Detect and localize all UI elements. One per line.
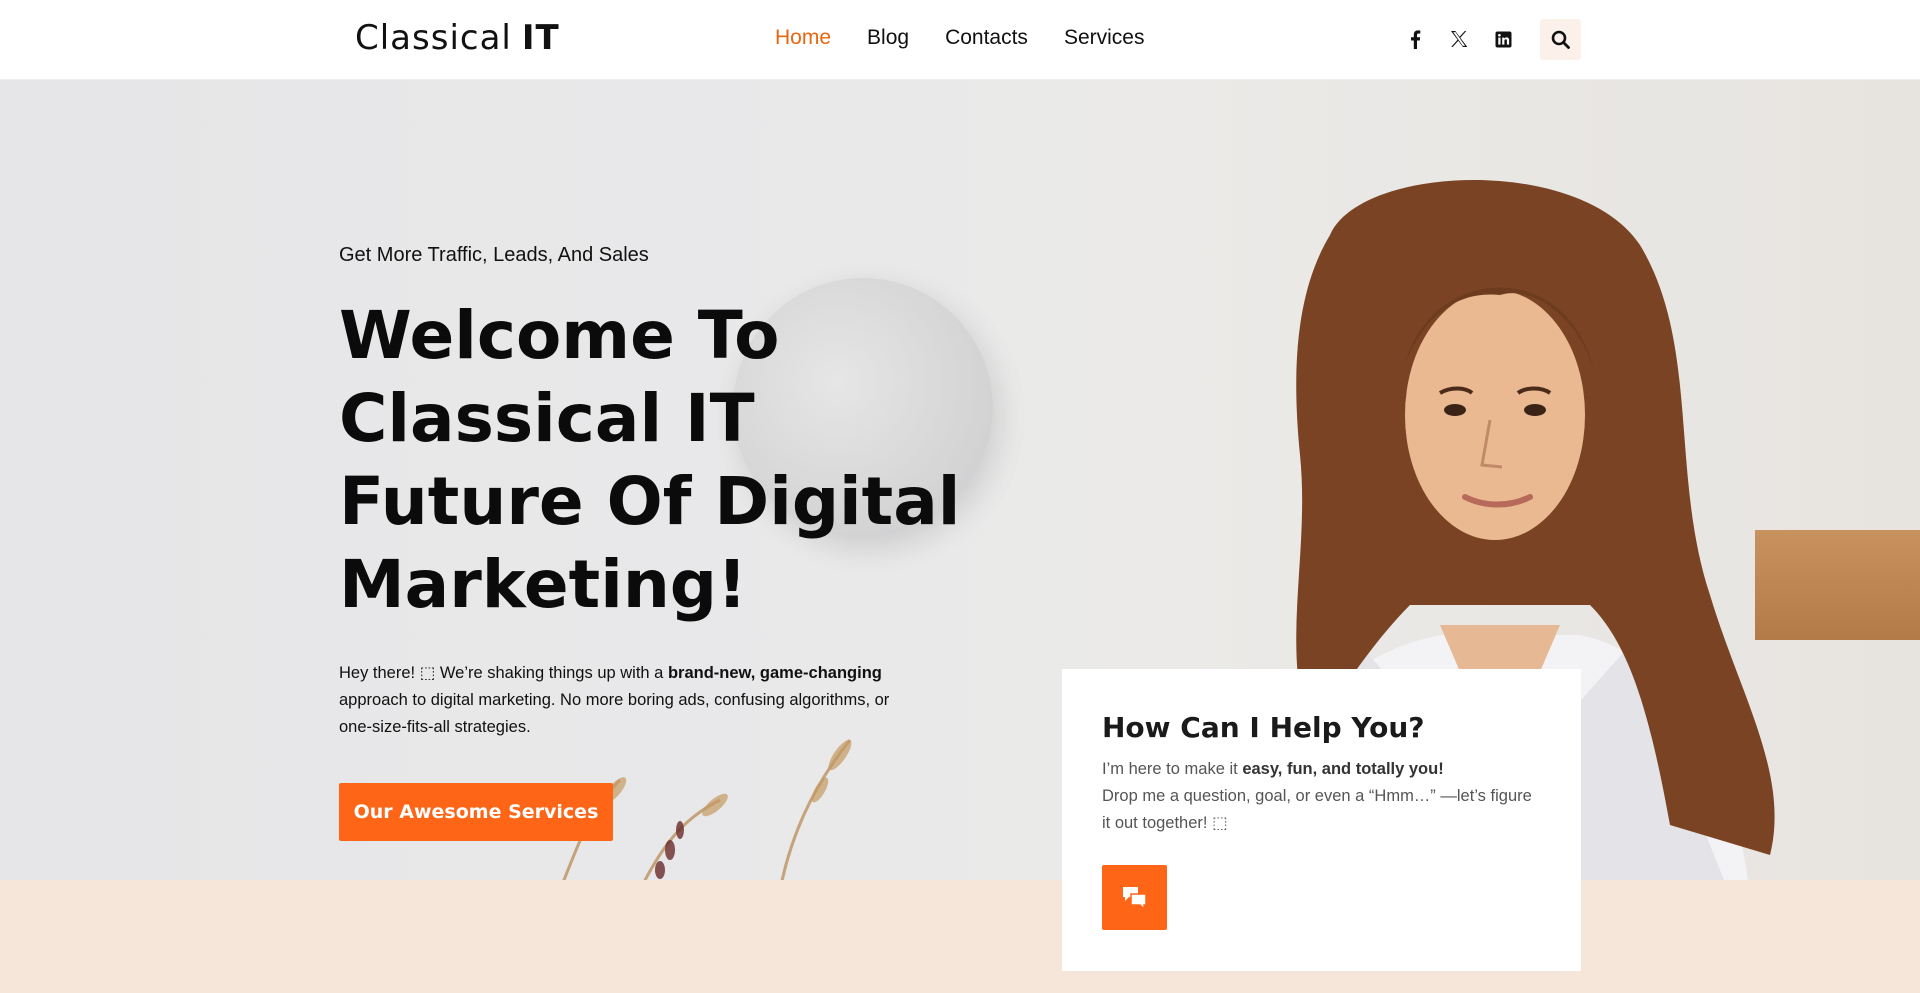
our-services-button[interactable]: Our Awesome Services <box>339 783 613 841</box>
social-links <box>1404 26 1514 52</box>
site-header: Classical IT Home Blog Contacts Services <box>0 0 1920 80</box>
hero-headline: Welcome To Classical IT Future Of Digita… <box>339 297 961 623</box>
hero-section: Get More Traffic, Leads, And Sales Welco… <box>0 80 1920 880</box>
intro-bold: brand-new, game-changing <box>667 664 882 682</box>
x-icon[interactable] <box>1448 26 1470 52</box>
facebook-icon[interactable] <box>1404 26 1426 52</box>
main-nav: Home Blog Contacts Services <box>775 26 1144 50</box>
nav-home-link[interactable]: Home <box>775 26 831 50</box>
help-card-title: How Can I Help You? <box>1102 711 1425 744</box>
search-icon <box>1551 30 1570 49</box>
help-line1-bold: easy, fun, and totally you! <box>1242 760 1444 778</box>
hero-kicker: Get More Traffic, Leads, And Sales <box>339 244 649 266</box>
hero-intro-text: Hey there! ⬚ We’re shaking things up wit… <box>339 660 899 741</box>
logo-main-text: Classical <box>355 18 512 58</box>
help-card: How Can I Help You? I’m here to make it … <box>1062 669 1581 971</box>
nav-services-link[interactable]: Services <box>1064 26 1145 50</box>
logo-tail-text: IT <box>521 18 560 58</box>
chat-button[interactable] <box>1102 865 1167 930</box>
chat-icon <box>1122 886 1147 910</box>
intro-pre: Hey there! ⬚ We’re shaking things up wit… <box>339 664 668 682</box>
nav-contacts-link[interactable]: Contacts <box>945 26 1028 50</box>
help-line2: Drop me a question, goal, or even a “Hmm… <box>1102 787 1532 832</box>
linkedin-icon[interactable] <box>1492 26 1514 52</box>
nav-blog-link[interactable]: Blog <box>867 26 909 50</box>
help-card-text: I’m here to make it easy, fun, and total… <box>1102 756 1541 837</box>
site-logo[interactable]: Classical IT <box>355 18 560 58</box>
search-button[interactable] <box>1540 19 1581 60</box>
intro-post: approach to digital marketing. No more b… <box>339 691 890 736</box>
help-line1-pre: I’m here to make it <box>1102 760 1243 778</box>
